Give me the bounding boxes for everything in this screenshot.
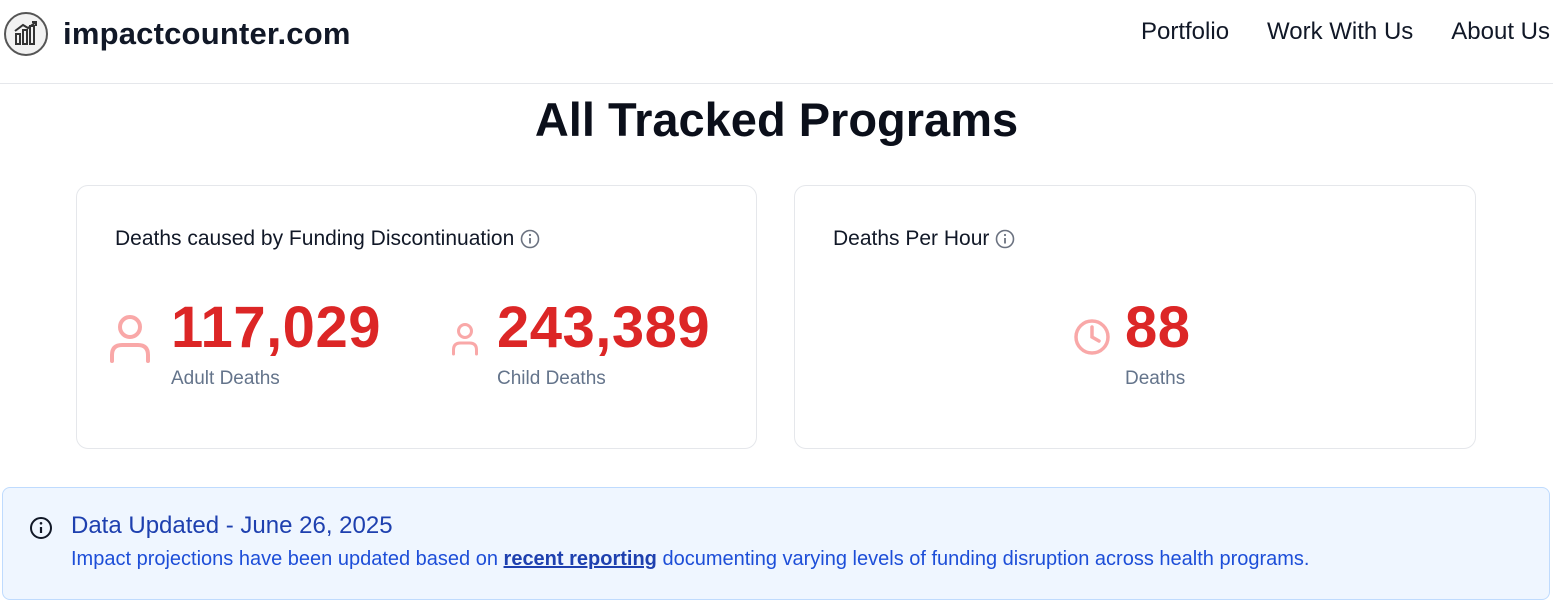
banner-text-after: documenting varying levels of funding di… [656,548,1310,570]
deaths-per-hour-value: 88 [1125,295,1191,360]
card-title-text: Deaths caused by Funding Discontinuation [115,227,515,250]
adult-deaths-stat: 117,029 Adult Deaths [109,296,381,390]
page-title: All Tracked Programs [534,93,1019,146]
nav-link-about-us[interactable]: About Us [1451,16,1550,48]
info-icon[interactable] [520,229,540,249]
info-icon[interactable] [995,229,1015,249]
person-icon [451,322,479,361]
chart-logo-icon [4,12,48,56]
card-title: Deaths Per Hour [833,227,1015,251]
brand[interactable]: impactcounter.com [4,12,351,56]
funding-deaths-card: Deaths caused by Funding Discontinuation… [76,185,757,449]
banner-text-before: Impact projections have been updated bas… [71,548,504,570]
adult-deaths-label: Adult Deaths [171,368,280,389]
child-deaths-stat: 243,389 Child Deaths [451,296,710,390]
banner-text: Impact projections have been updated bas… [71,548,1309,571]
data-updated-banner: Data Updated - June 26, 2025 Impact proj… [2,487,1550,600]
nav-link-portfolio[interactable]: Portfolio [1141,16,1229,48]
child-deaths-value: 243,389 [497,295,711,360]
card-title-text: Deaths Per Hour [833,227,990,250]
adult-deaths-value: 117,029 [171,295,381,360]
info-icon [29,516,53,545]
main-nav: Portfolio Work With Us About Us [1103,16,1550,48]
card-title: Deaths caused by Funding Discontinuation [115,227,540,251]
child-deaths-label: Child Deaths [497,368,606,389]
deaths-per-hour-card: Deaths Per Hour 88 Deaths [794,185,1476,449]
person-icon [109,314,151,369]
recent-reporting-link[interactable]: recent reporting [504,548,657,570]
nav-link-work-with-us[interactable]: Work With Us [1267,16,1413,48]
brand-name[interactable]: impactcounter.com [63,16,351,52]
deaths-per-hour-label: Deaths [1125,368,1186,389]
site-header: impactcounter.com Portfolio Work With Us… [0,0,1553,84]
deaths-per-hour-stat: 88 Deaths [1073,296,1191,390]
clock-icon [1073,318,1111,361]
banner-title: Data Updated - June 26, 2025 [71,512,393,539]
